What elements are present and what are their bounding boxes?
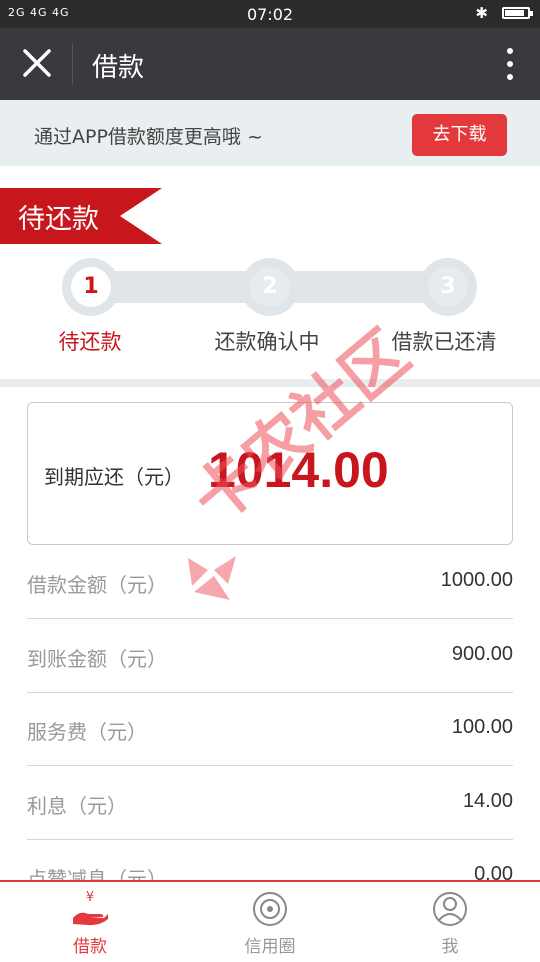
title-divider: [72, 44, 73, 84]
hand-yen-icon: ¥: [73, 890, 108, 926]
step-1-label: 待还款: [58, 330, 122, 354]
battery-icon: [502, 7, 533, 19]
download-banner: 通过APP借款额度更高哦 ~ 去下载: [0, 100, 540, 166]
more-menu-icon[interactable]: [506, 46, 514, 82]
detail-label: 利息（元）: [27, 794, 127, 818]
step-2: 2: [241, 258, 299, 316]
bottom-nav: ¥ 借款 信用圈 我: [0, 880, 540, 962]
detail-row-received-amount: 到账金额（元） 900.00: [27, 619, 513, 693]
battery-level: [505, 10, 524, 16]
due-label: 到期应还（元）: [44, 465, 184, 489]
detail-value: 14.00: [462, 790, 513, 812]
bluetooth-icon: ✱: [475, 4, 488, 22]
detail-label: 服务费（元）: [27, 720, 147, 744]
close-icon[interactable]: [20, 46, 54, 80]
progress-steps: 1 2 3 待还款 还款确认中 借款已还清: [0, 256, 540, 366]
detail-value: 900.00: [451, 643, 513, 665]
nav-item-loan[interactable]: ¥ 借款: [0, 882, 180, 962]
step-3-number: 3: [428, 267, 468, 307]
detail-row-interest: 利息（元） 14.00: [27, 766, 513, 840]
section-ribbon: 待还款: [0, 188, 162, 244]
ribbon-label: 待还款: [18, 204, 99, 235]
status-bar: 2G 4G 4G 07:02 ✱: [0, 0, 540, 28]
credit-circle-icon: [253, 892, 287, 926]
detail-row-loan-amount: 借款金额（元） 1000.00: [27, 545, 513, 619]
nav-label-loan: 借款: [73, 937, 107, 957]
user-icon: [433, 892, 467, 926]
detail-row-service-fee: 服务费（元） 100.00: [27, 692, 513, 766]
step-1-number: 1: [71, 267, 111, 307]
watermark-logo-icon: [188, 556, 236, 600]
detail-value: 100.00: [451, 716, 513, 738]
nav-item-me[interactable]: 我: [360, 882, 540, 962]
nav-item-credit-circle[interactable]: 信用圈: [180, 882, 360, 962]
nav-label-me: 我: [441, 937, 459, 957]
step-3: 3: [419, 258, 477, 316]
status-time: 07:02: [246, 5, 294, 24]
banner-text: 通过APP借款额度更高哦 ~: [34, 126, 263, 148]
step-2-number: 2: [250, 267, 290, 307]
title-bar: 借款: [0, 28, 540, 100]
svg-text:¥: ¥: [86, 890, 94, 905]
step-1: 1: [62, 258, 120, 316]
detail-value: 1000.00: [440, 569, 513, 591]
nav-label-credit-circle: 信用圈: [244, 937, 296, 957]
page-title: 借款: [92, 53, 145, 83]
detail-label: 借款金额（元）: [27, 573, 167, 597]
download-button[interactable]: 去下载: [412, 114, 507, 156]
detail-label: 到账金额（元）: [27, 647, 167, 671]
